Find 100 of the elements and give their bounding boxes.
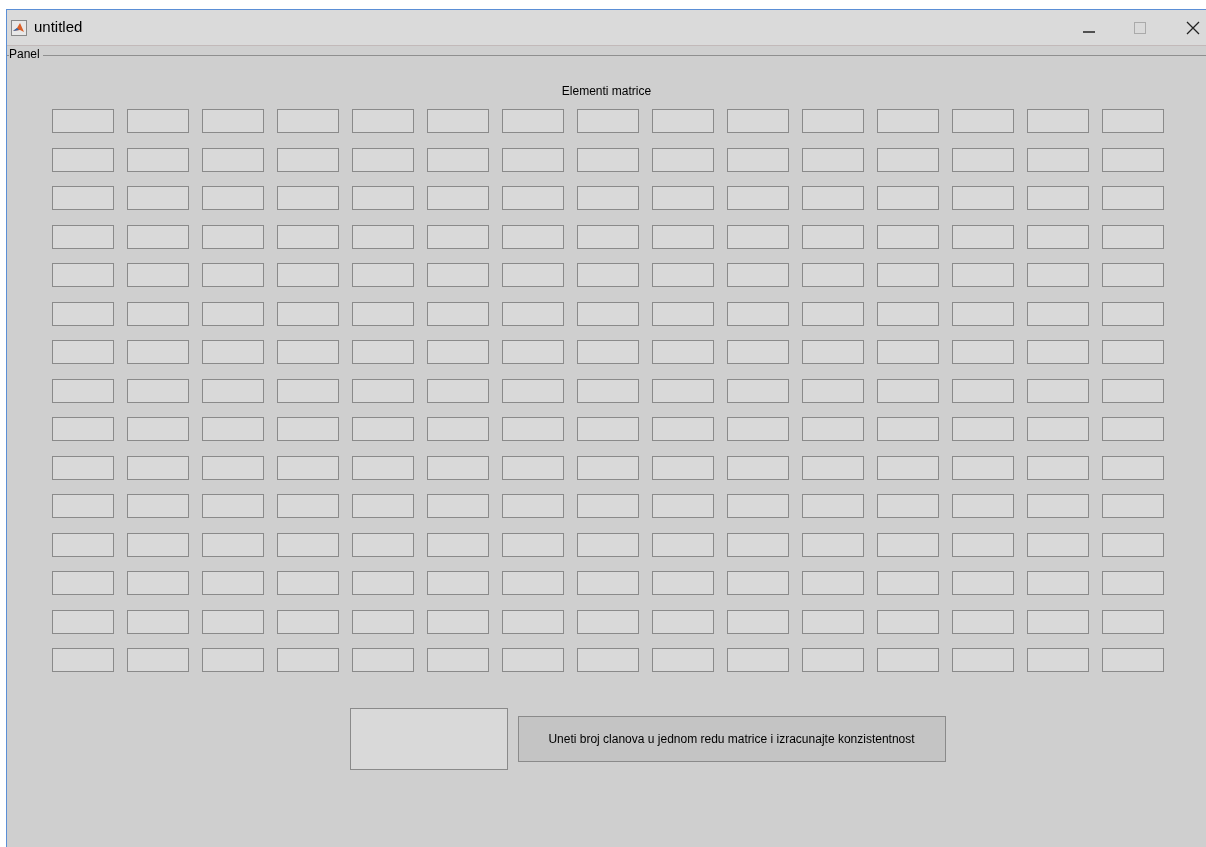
matrix-input-field[interactable]	[877, 417, 939, 441]
matrix-input-field[interactable]	[127, 340, 189, 364]
matrix-input-field[interactable]	[352, 109, 414, 133]
matrix-input-field[interactable]	[1102, 224, 1164, 249]
matrix-input-field[interactable]	[277, 186, 339, 210]
matrix-input-field[interactable]	[202, 648, 264, 672]
matrix-input-field[interactable]	[1027, 186, 1089, 210]
matrix-input-field[interactable]	[652, 109, 714, 133]
matrix-input-field[interactable]	[127, 263, 189, 287]
matrix-input-field[interactable]	[502, 494, 564, 518]
matrix-input-field[interactable]	[502, 532, 564, 557]
matrix-input-field[interactable]	[52, 609, 114, 634]
matrix-input-field[interactable]	[502, 263, 564, 287]
matrix-input-field[interactable]	[202, 571, 264, 595]
matrix-input-field[interactable]	[502, 340, 564, 364]
matrix-input-field[interactable]	[502, 147, 564, 172]
matrix-input-field[interactable]	[727, 340, 789, 364]
matrix-input-field[interactable]	[502, 609, 564, 634]
matrix-input-field[interactable]	[1102, 455, 1164, 480]
matrix-input-field[interactable]	[352, 147, 414, 172]
matrix-input-field[interactable]	[1027, 532, 1089, 557]
matrix-input-field[interactable]	[1027, 571, 1089, 595]
matrix-input-field[interactable]	[652, 455, 714, 480]
matrix-input-field[interactable]	[352, 494, 414, 518]
matrix-input-field[interactable]	[52, 340, 114, 364]
matrix-input-field[interactable]	[1027, 494, 1089, 518]
matrix-input-field[interactable]	[727, 109, 789, 133]
matrix-input-field[interactable]	[277, 609, 339, 634]
matrix-input-field[interactable]	[52, 263, 114, 287]
matrix-input-field[interactable]	[52, 186, 114, 210]
matrix-input-field[interactable]	[427, 571, 489, 595]
matrix-input-field[interactable]	[52, 532, 114, 557]
matrix-input-field[interactable]	[1027, 340, 1089, 364]
matrix-input-field[interactable]	[427, 378, 489, 403]
matrix-input-field[interactable]	[52, 147, 114, 172]
matrix-input-field[interactable]	[202, 417, 264, 441]
matrix-input-field[interactable]	[202, 609, 264, 634]
matrix-input-field[interactable]	[952, 224, 1014, 249]
matrix-input-field[interactable]	[502, 417, 564, 441]
matrix-input-field[interactable]	[1102, 609, 1164, 634]
matrix-input-field[interactable]	[727, 301, 789, 326]
matrix-input-field[interactable]	[502, 301, 564, 326]
matrix-input-field[interactable]	[277, 571, 339, 595]
matrix-input-field[interactable]	[202, 301, 264, 326]
matrix-input-field[interactable]	[52, 571, 114, 595]
matrix-input-field[interactable]	[127, 417, 189, 441]
matrix-input-field[interactable]	[127, 224, 189, 249]
matrix-input-field[interactable]	[577, 147, 639, 172]
matrix-input-field[interactable]	[502, 571, 564, 595]
matrix-input-field[interactable]	[802, 147, 864, 172]
matrix-input-field[interactable]	[877, 109, 939, 133]
matrix-input-field[interactable]	[1027, 609, 1089, 634]
matrix-input-field[interactable]	[577, 455, 639, 480]
matrix-input-field[interactable]	[202, 340, 264, 364]
matrix-input-field[interactable]	[952, 109, 1014, 133]
matrix-input-field[interactable]	[652, 263, 714, 287]
matrix-input-field[interactable]	[802, 224, 864, 249]
matrix-input-field[interactable]	[127, 301, 189, 326]
matrix-input-field[interactable]	[877, 186, 939, 210]
matrix-input-field[interactable]	[202, 263, 264, 287]
matrix-input-field[interactable]	[352, 340, 414, 364]
matrix-input-field[interactable]	[877, 609, 939, 634]
matrix-input-field[interactable]	[352, 609, 414, 634]
matrix-input-field[interactable]	[802, 301, 864, 326]
matrix-input-field[interactable]	[502, 455, 564, 480]
matrix-input-field[interactable]	[877, 147, 939, 172]
matrix-input-field[interactable]	[952, 455, 1014, 480]
matrix-input-field[interactable]	[52, 224, 114, 249]
matrix-input-field[interactable]	[577, 263, 639, 287]
matrix-input-field[interactable]	[352, 648, 414, 672]
matrix-input-field[interactable]	[502, 224, 564, 249]
matrix-input-field[interactable]	[277, 417, 339, 441]
matrix-input-field[interactable]	[1102, 532, 1164, 557]
matrix-input-field[interactable]	[727, 417, 789, 441]
matrix-input-field[interactable]	[52, 109, 114, 133]
matrix-input-field[interactable]	[877, 224, 939, 249]
matrix-input-field[interactable]	[877, 455, 939, 480]
matrix-input-field[interactable]	[277, 224, 339, 249]
matrix-input-field[interactable]	[1102, 378, 1164, 403]
matrix-input-field[interactable]	[727, 455, 789, 480]
matrix-input-field[interactable]	[1102, 340, 1164, 364]
matrix-input-field[interactable]	[577, 378, 639, 403]
close-icon[interactable]	[1186, 20, 1200, 35]
matrix-input-field[interactable]	[952, 301, 1014, 326]
matrix-input-field[interactable]	[877, 301, 939, 326]
matrix-input-field[interactable]	[1102, 109, 1164, 133]
matrix-input-field[interactable]	[352, 417, 414, 441]
matrix-input-field[interactable]	[652, 494, 714, 518]
matrix-input-field[interactable]	[52, 417, 114, 441]
matrix-input-field[interactable]	[652, 224, 714, 249]
matrix-input-field[interactable]	[352, 571, 414, 595]
matrix-input-field[interactable]	[1027, 224, 1089, 249]
matrix-input-field[interactable]	[1102, 494, 1164, 518]
matrix-input-field[interactable]	[577, 609, 639, 634]
matrix-input-field[interactable]	[727, 378, 789, 403]
matrix-input-field[interactable]	[427, 147, 489, 172]
matrix-input-field[interactable]	[352, 532, 414, 557]
matrix-input-field[interactable]	[877, 571, 939, 595]
matrix-input-field[interactable]	[727, 648, 789, 672]
matrix-input-field[interactable]	[577, 224, 639, 249]
